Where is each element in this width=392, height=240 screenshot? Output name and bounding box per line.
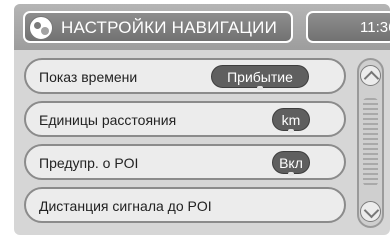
setting-row-time-display[interactable]: Показ времени Прибытие	[24, 58, 346, 94]
chevron-up-icon	[363, 70, 380, 87]
title-bar: НАСТРОЙКИ НАВИГАЦИИ 11:36	[14, 4, 390, 50]
clock-box: 11:36	[306, 11, 390, 43]
scrollbar[interactable]	[357, 58, 384, 228]
scroll-up-button[interactable]	[360, 65, 381, 87]
scroll-thumb[interactable]	[363, 98, 378, 186]
setting-value-pill[interactable]: Вкл	[272, 151, 310, 176]
page-title: НАСТРОЙКИ НАВИГАЦИИ	[61, 18, 277, 37]
setting-value-pill[interactable]: Прибытие	[211, 65, 309, 90]
value-indicator-icon	[288, 129, 294, 133]
setting-label: Показ времени	[39, 69, 138, 85]
setting-row-poi-alert-distance[interactable]: Дистанция сигнала до POI	[24, 187, 346, 223]
navigation-app-icon	[29, 16, 53, 40]
setting-label: Дистанция сигнала до POI	[39, 198, 212, 214]
scroll-down-button[interactable]	[360, 201, 381, 222]
value-indicator-icon	[288, 172, 294, 176]
setting-row-poi-warning[interactable]: Предупр. о POI Вкл	[24, 144, 346, 180]
setting-row-distance-units[interactable]: Единицы расстояния km	[24, 101, 346, 137]
setting-value: Вкл	[279, 155, 303, 171]
setting-label: Единицы расстояния	[39, 112, 177, 128]
navigation-settings-screen: НАСТРОЙКИ НАВИГАЦИИ 11:36 Показ времени …	[14, 4, 390, 235]
chevron-down-icon	[363, 202, 380, 219]
setting-value: Прибытие	[227, 69, 293, 85]
title-box: НАСТРОЙКИ НАВИГАЦИИ	[23, 11, 293, 43]
clock-time: 11:36	[360, 19, 390, 36]
value-indicator-icon	[257, 86, 263, 90]
setting-value-pill[interactable]: km	[272, 108, 310, 133]
setting-value: km	[281, 112, 301, 128]
setting-label: Предупр. о POI	[39, 155, 139, 171]
